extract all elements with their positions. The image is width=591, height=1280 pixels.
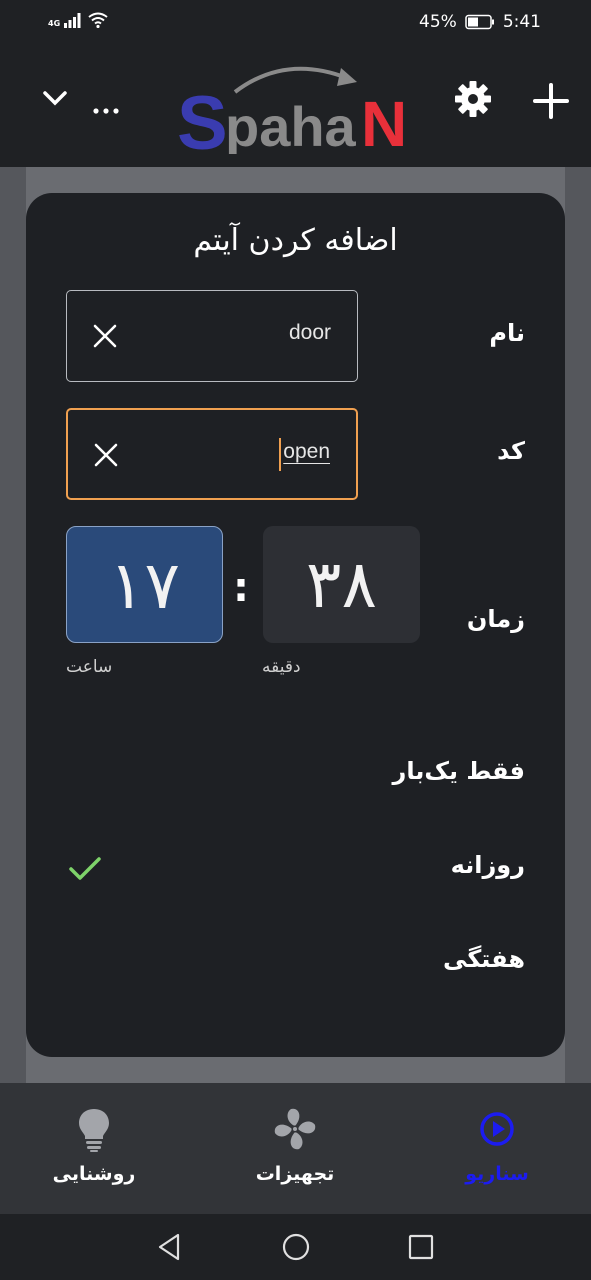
status-right: 45% 5:41 [419, 12, 541, 32]
option-once[interactable]: فقط یک‌بار [393, 757, 525, 785]
svg-text:paha: paha [225, 95, 357, 154]
network-type: 4G [48, 19, 61, 28]
option-weekly[interactable]: هفتگی [443, 945, 525, 973]
battery-percent: 45% [419, 12, 457, 32]
svg-text:S: S [177, 81, 228, 154]
name-value: door [288, 321, 331, 344]
battery-icon [465, 14, 494, 30]
signal-icon [64, 13, 81, 28]
nav-label: تجهیزات [255, 1163, 335, 1185]
hour-picker[interactable]: ۱۷ [66, 526, 223, 643]
clear-icon[interactable] [94, 443, 118, 467]
code-label: کد [497, 437, 525, 465]
system-navigation-bar [0, 1214, 591, 1280]
bottom-navigation: روشنایی تجهیزات سناریو [0, 1083, 591, 1214]
home-icon[interactable] [281, 1232, 311, 1262]
name-field[interactable]: door [66, 290, 358, 382]
time-separator: : [233, 565, 249, 611]
fan-icon [274, 1108, 316, 1150]
play-circle-icon [480, 1112, 514, 1146]
clock: 5:41 [502, 12, 541, 32]
code-value: open [283, 440, 330, 463]
more-icon[interactable] [93, 96, 119, 120]
option-daily[interactable]: روزانه [451, 851, 525, 879]
text-cursor [279, 438, 281, 471]
nav-lighting[interactable]: روشنایی [14, 1083, 174, 1214]
hour-caption: ساعت [66, 657, 113, 677]
wifi-icon [88, 12, 108, 28]
minute-picker[interactable]: ۳۸ [263, 526, 420, 643]
recents-icon[interactable] [406, 1232, 436, 1262]
nav-label: سناریو [465, 1163, 529, 1185]
nav-label: روشنایی [52, 1163, 136, 1185]
back-icon[interactable] [154, 1232, 184, 1262]
chevron-down-icon[interactable] [40, 86, 70, 110]
time-label: زمان [466, 605, 525, 633]
svg-text:N: N [361, 88, 407, 154]
lightbulb-icon [79, 1109, 109, 1152]
name-label: نام [489, 319, 525, 347]
plus-icon[interactable] [532, 82, 570, 120]
spahan-logo: S paha N [177, 66, 407, 154]
dialog-title: اضافه کردن آیتم [193, 223, 398, 258]
minute-caption: دقیقه [262, 657, 301, 677]
gear-icon[interactable] [454, 80, 492, 118]
app-bar: S paha N [0, 44, 591, 167]
status-bar: 4G 45% 5:41 [0, 0, 591, 44]
signal-area: 4G [48, 12, 108, 28]
add-item-dialog: اضافه کردن آیتم نام door کد open زمان ۱۷… [26, 193, 565, 1057]
checkmark-icon [69, 857, 101, 880]
code-field[interactable]: open [66, 408, 358, 500]
nav-scenario[interactable]: سناریو [417, 1083, 577, 1214]
clear-icon[interactable] [93, 324, 117, 348]
nav-devices[interactable]: تجهیزات [215, 1083, 375, 1214]
